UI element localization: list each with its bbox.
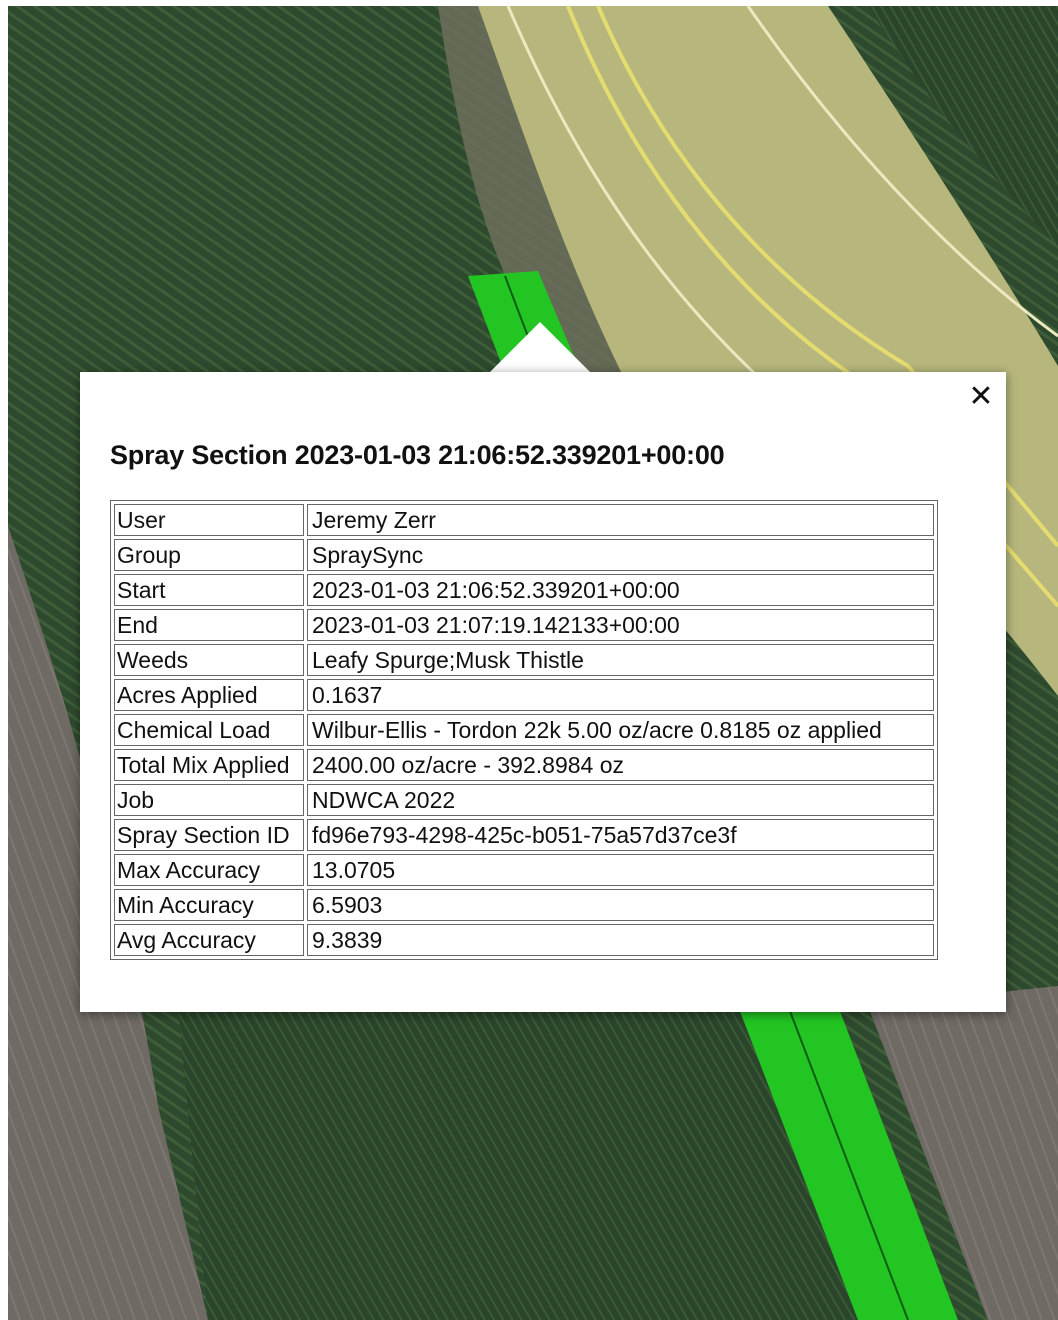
attribute-value: 9.3839 xyxy=(307,924,934,956)
table-row: User Jeremy Zerr xyxy=(114,504,934,536)
table-row: Acres Applied 0.1637 xyxy=(114,679,934,711)
attribute-table: User Jeremy Zerr Group SpraySync Start 2023-0… xyxy=(110,500,938,960)
attribute-key: Min Accuracy xyxy=(114,889,304,921)
attribute-value: NDWCA 2022 xyxy=(307,784,934,816)
table-row: Job NDWCA 2022 xyxy=(114,784,934,816)
attribute-key: Max Accuracy xyxy=(114,854,304,886)
attribute-key: End xyxy=(114,609,304,641)
table-row: Start 2023-01-03 21:06:52.339201+00:00 xyxy=(114,574,934,606)
attribute-value: 2023-01-03 21:07:19.142133+00:00 xyxy=(307,609,934,641)
table-row: Weeds Leafy Spurge;Musk Thistle xyxy=(114,644,934,676)
attribute-value: Wilbur-Ellis - Tordon 22k 5.00 oz/acre 0… xyxy=(307,714,934,746)
table-row: Spray Section ID fd96e793-4298-425c-b051-… xyxy=(114,819,934,851)
attribute-value: Leafy Spurge;Musk Thistle xyxy=(307,644,934,676)
feature-popup: ✕ Spray Section 2023-01-03 21:06:52.3392… xyxy=(80,372,1006,1012)
attribute-key: Start xyxy=(114,574,304,606)
attribute-value: Jeremy Zerr xyxy=(307,504,934,536)
attribute-key: Spray Section ID xyxy=(114,819,304,851)
attribute-value: 2400.00 oz/acre - 392.8984 oz xyxy=(307,749,934,781)
attribute-value: 2023-01-03 21:06:52.339201+00:00 xyxy=(307,574,934,606)
attribute-key: Chemical Load xyxy=(114,714,304,746)
attribute-key: Total Mix Applied xyxy=(114,749,304,781)
attribute-key: Weeds xyxy=(114,644,304,676)
attribute-value: 6.5903 xyxy=(307,889,934,921)
attribute-value: SpraySync xyxy=(307,539,934,571)
table-row: Chemical Load Wilbur-Ellis - Tordon 22k 5… xyxy=(114,714,934,746)
table-row: Total Mix Applied 2400.00 oz/acre - 392.8… xyxy=(114,749,934,781)
table-row: End 2023-01-03 21:07:19.142133+00:00 xyxy=(114,609,934,641)
table-row: Group SpraySync xyxy=(114,539,934,571)
attribute-value: 13.0705 xyxy=(307,854,934,886)
popup-title: Spray Section 2023-01-03 21:06:52.339201… xyxy=(110,440,725,470)
attribute-key: Avg Accuracy xyxy=(114,924,304,956)
attribute-key: Acres Applied xyxy=(114,679,304,711)
attribute-key: User xyxy=(114,504,304,536)
attribute-value: 0.1637 xyxy=(307,679,934,711)
attribute-value: fd96e793-4298-425c-b051-75a57d37ce3f xyxy=(307,819,934,851)
table-row: Max Accuracy 13.0705 xyxy=(114,854,934,886)
table-row: Min Accuracy 6.5903 xyxy=(114,889,934,921)
table-row: Avg Accuracy 9.3839 xyxy=(114,924,934,956)
popup-pointer xyxy=(490,322,590,372)
attribute-key: Group xyxy=(114,539,304,571)
attribute-key: Job xyxy=(114,784,304,816)
close-icon[interactable]: ✕ xyxy=(966,382,996,412)
